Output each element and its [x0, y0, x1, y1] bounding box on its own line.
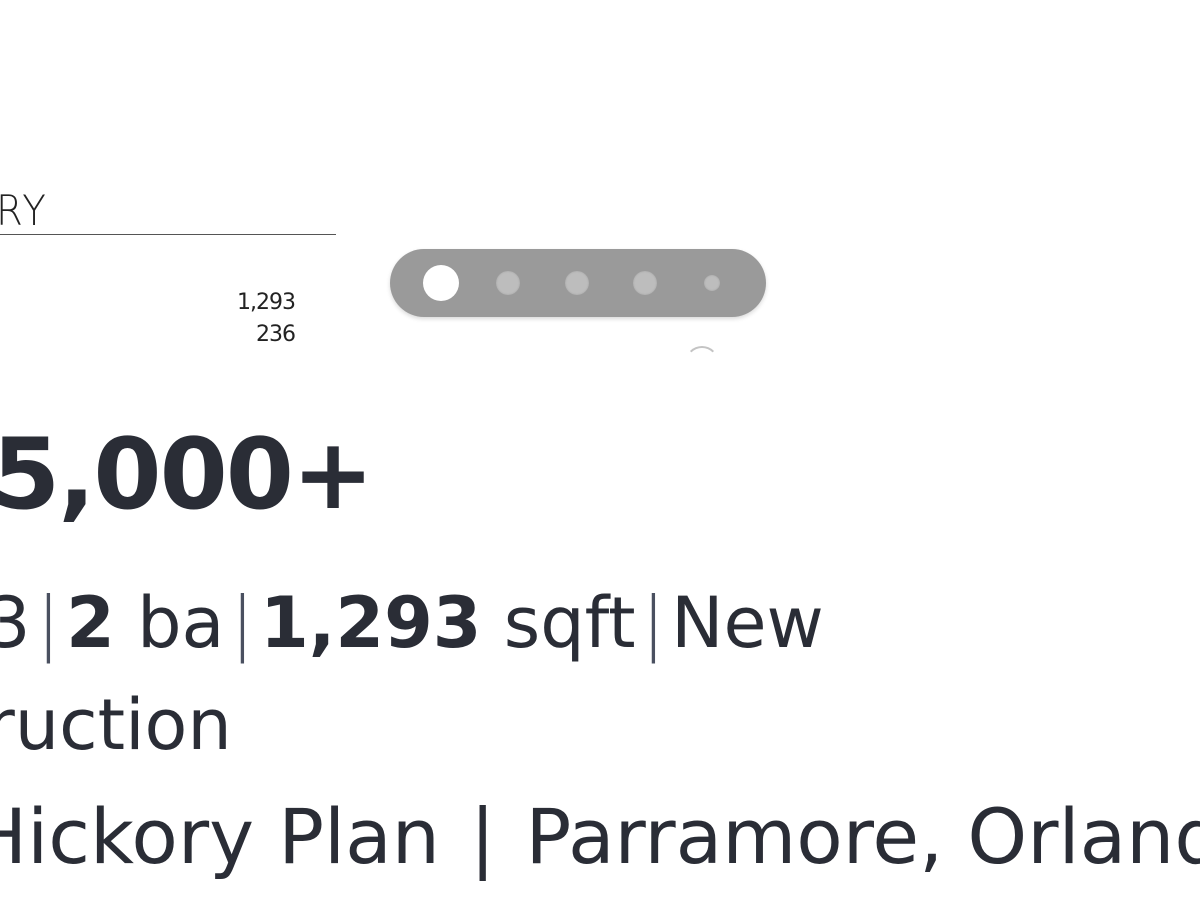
- floorplan-stat-secondary: 236: [256, 322, 296, 347]
- separator: |: [36, 582, 61, 664]
- sqft-unit: sqft: [503, 582, 636, 664]
- carousel-pagination: [390, 249, 766, 317]
- carousel-dot-3[interactable]: [565, 271, 589, 295]
- separator: |: [230, 582, 255, 664]
- details-line-2: ruction: [0, 674, 1200, 776]
- listing-card: RY 1,293 236 5,000+ 3|2 ba|1,293 sqft|Ne…: [0, 0, 1200, 900]
- plan-name: Hickory Plan: [0, 792, 440, 881]
- loading-spinner-icon: [685, 346, 719, 380]
- sqft-value: 1,293: [260, 582, 482, 664]
- separator: |: [469, 792, 496, 881]
- floorplan-image[interactable]: RY 1,293 236: [0, 0, 340, 360]
- listing-price: 5,000+: [0, 418, 374, 532]
- listing-status-part-1: New: [671, 582, 824, 664]
- carousel-dot-2[interactable]: [496, 271, 520, 295]
- separator: |: [641, 582, 666, 664]
- floorplan-title-rule: [0, 234, 336, 235]
- carousel-dot-4[interactable]: [633, 271, 657, 295]
- floorplan-title: RY: [0, 186, 48, 235]
- baths-value: 2: [66, 582, 115, 664]
- listing-details: 3|2 ba|1,293 sqft|New ruction: [0, 572, 1200, 776]
- carousel-dot-5[interactable]: [704, 275, 720, 291]
- details-line-1: 3|2 ba|1,293 sqft|New: [0, 572, 1200, 674]
- baths-unit: ba: [137, 582, 225, 664]
- listing-status-part-2: ruction: [0, 684, 232, 766]
- floorplan-stat-sqft: 1,293: [237, 290, 296, 315]
- beds-value: 3: [0, 582, 31, 664]
- listing-address[interactable]: Hickory Plan | Parramore, Orlando: [0, 792, 1200, 881]
- location: Parramore, Orlando: [525, 792, 1200, 881]
- carousel-dot-1[interactable]: [423, 265, 459, 301]
